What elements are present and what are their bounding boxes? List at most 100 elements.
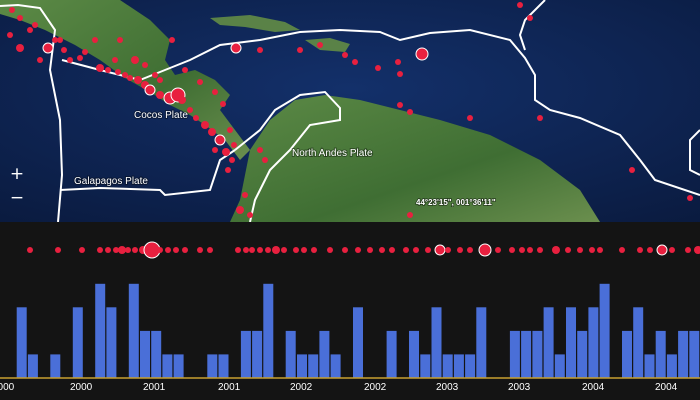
earthquake-marker[interactable]	[225, 167, 231, 173]
timeline-event-marker[interactable]	[669, 247, 675, 253]
timeline-event-marker[interactable]	[552, 246, 560, 254]
timeline-event-marker[interactable]	[597, 247, 603, 253]
earthquake-marker[interactable]	[82, 49, 88, 55]
timeline-event-marker[interactable]	[619, 247, 625, 253]
zoom-in-button[interactable]: +	[9, 166, 25, 183]
earthquake-marker[interactable]	[230, 42, 242, 54]
earthquake-marker[interactable]	[92, 37, 98, 43]
timeline-event-marker[interactable]	[301, 247, 307, 253]
earthquake-marker[interactable]	[407, 109, 413, 115]
timeline-event-marker[interactable]	[445, 247, 451, 253]
timeline-event-marker[interactable]	[265, 247, 271, 253]
timeline-event-marker[interactable]	[519, 247, 525, 253]
earthquake-marker[interactable]	[467, 115, 473, 121]
timeline-event-marker[interactable]	[685, 247, 691, 253]
earthquake-marker[interactable]	[57, 37, 63, 43]
timeline-event-marker[interactable]	[327, 247, 333, 253]
timeline-event-marker[interactable]	[355, 247, 361, 253]
earthquake-marker[interactable]	[42, 42, 54, 54]
earthquake-marker[interactable]	[227, 127, 233, 133]
earthquake-marker[interactable]	[112, 57, 118, 63]
earthquake-marker[interactable]	[201, 121, 209, 129]
earthquake-marker[interactable]	[527, 15, 533, 21]
timeline-event-marker[interactable]	[311, 247, 317, 253]
earthquake-marker[interactable]	[61, 47, 67, 53]
earthquake-marker[interactable]	[134, 76, 142, 84]
timeline-event-marker[interactable]	[527, 247, 533, 253]
timeline-event-marker[interactable]	[389, 247, 395, 253]
earthquake-marker[interactable]	[212, 89, 218, 95]
timeline-event-marker[interactable]	[249, 247, 255, 253]
earthquake-marker[interactable]	[157, 77, 163, 83]
timeline-event-marker[interactable]	[182, 247, 188, 253]
earthquake-marker[interactable]	[257, 147, 263, 153]
timeline-event-marker[interactable]	[157, 247, 163, 253]
timeline-event-marker[interactable]	[125, 247, 131, 253]
timeline-event-marker[interactable]	[457, 247, 463, 253]
map-canvas[interactable]: Cocos Plate Galapagos Plate North Andes …	[0, 0, 700, 222]
earthquake-marker[interactable]	[144, 84, 156, 96]
earthquake-marker[interactable]	[127, 75, 133, 81]
earthquake-marker[interactable]	[517, 2, 523, 8]
earthquake-marker[interactable]	[117, 37, 123, 43]
timeline-event-row[interactable]	[27, 241, 700, 259]
earthquake-marker[interactable]	[17, 15, 23, 21]
earthquake-marker[interactable]	[193, 115, 199, 121]
earthquake-marker[interactable]	[96, 64, 104, 72]
timeline-event-marker[interactable]	[379, 247, 385, 253]
earthquake-marker[interactable]	[262, 157, 268, 163]
earthquake-marker[interactable]	[27, 27, 33, 33]
earthquake-marker[interactable]	[77, 55, 83, 61]
earthquake-marker[interactable]	[16, 44, 24, 52]
timeline-event-marker[interactable]	[413, 247, 419, 253]
timeline-event-marker[interactable]	[589, 247, 595, 253]
timeline-event-marker[interactable]	[367, 247, 373, 253]
earthquake-marker[interactable]	[629, 167, 635, 173]
earthquake-marker[interactable]	[182, 67, 188, 73]
timeline-event-marker[interactable]	[656, 244, 668, 256]
timeline-event-marker[interactable]	[79, 247, 85, 253]
earthquake-marker[interactable]	[222, 148, 230, 156]
timeline-event-marker[interactable]	[243, 247, 249, 253]
timeline-event-marker[interactable]	[467, 247, 473, 253]
earthquake-marker[interactable]	[407, 212, 413, 218]
timeline-event-marker[interactable]	[165, 247, 171, 253]
earthquake-marker[interactable]	[229, 157, 235, 163]
timeline-event-marker[interactable]	[173, 247, 179, 253]
earthquake-marker[interactable]	[156, 91, 164, 99]
timeline-event-marker[interactable]	[281, 247, 287, 253]
earthquake-marker[interactable]	[214, 134, 226, 146]
timeline-event-marker[interactable]	[118, 246, 126, 254]
timeline-event-marker[interactable]	[647, 247, 653, 253]
earthquake-marker[interactable]	[537, 115, 543, 121]
earthquake-marker[interactable]	[115, 69, 121, 75]
timeline-event-marker[interactable]	[425, 247, 431, 253]
timeline-event-marker[interactable]	[235, 247, 241, 253]
timeline-event-marker[interactable]	[197, 247, 203, 253]
timeline-event-marker[interactable]	[27, 247, 33, 253]
earthquake-marker[interactable]	[131, 56, 139, 64]
timeline-chart[interactable]: 2000 2000 2001 2001 2002 2002 2003 2003 2004 2004	[0, 222, 700, 400]
timeline-event-marker[interactable]	[293, 247, 299, 253]
timeline-panel[interactable]: 2000 2000 2001 2001 2002 2002 2003 2003 2004 2004	[0, 222, 700, 400]
earthquake-marker[interactable]	[342, 52, 348, 58]
earthquake-marker[interactable]	[142, 62, 148, 68]
earthquake-marker[interactable]	[208, 128, 216, 136]
timeline-event-marker[interactable]	[105, 247, 111, 253]
earthquake-marker[interactable]	[297, 47, 303, 53]
earthquake-marker[interactable]	[7, 32, 13, 38]
timeline-event-marker[interactable]	[694, 246, 700, 254]
earthquake-marker[interactable]	[257, 47, 263, 53]
earthquake-marker[interactable]	[317, 42, 323, 48]
earthquake-marker[interactable]	[242, 192, 248, 198]
timeline-event-marker[interactable]	[478, 243, 492, 257]
earthquake-marker[interactable]	[152, 72, 158, 78]
timeline-event-marker[interactable]	[403, 247, 409, 253]
earthquake-marker[interactable]	[105, 67, 111, 73]
earthquake-marker[interactable]	[247, 212, 253, 218]
timeline-event-marker[interactable]	[272, 246, 280, 254]
timeline-event-marker[interactable]	[342, 247, 348, 253]
timeline-event-marker[interactable]	[537, 247, 543, 253]
earthquake-marker[interactable]	[375, 65, 381, 71]
zoom-out-button[interactable]: −	[9, 190, 25, 207]
